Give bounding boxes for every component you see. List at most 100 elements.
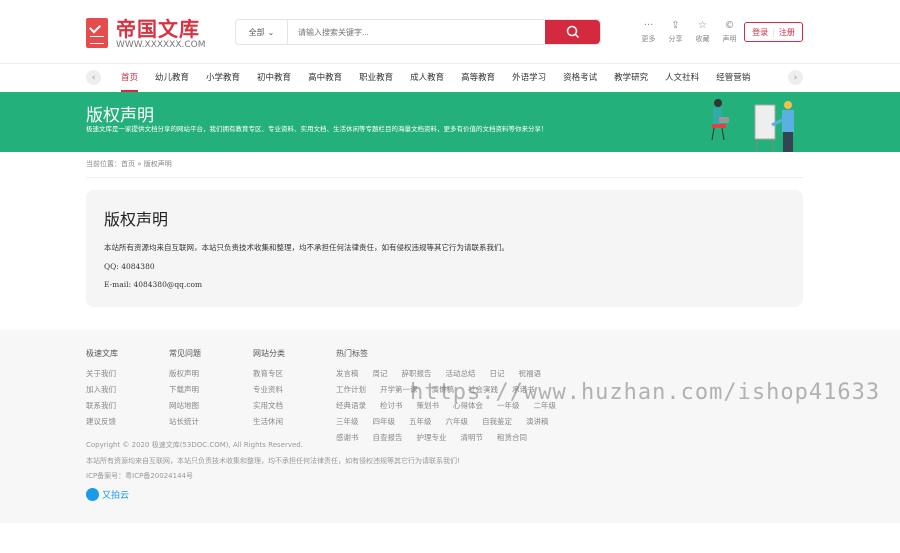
tool-label: 收藏	[695, 35, 710, 43]
category-nav: ‹ 首页 幼儿教育 小学教育 初中教育 高中教育 职业教育 成人教育 高等教育 外语学习 资格考试…	[0, 64, 900, 92]
contact-qq: QQ: 4084380	[104, 262, 155, 271]
divider: |	[772, 27, 775, 37]
nav-item[interactable]: 资格考试	[563, 64, 597, 92]
nav-item[interactable]: 经管营销	[716, 64, 750, 92]
nav-item[interactable]: 初中教育	[257, 64, 291, 92]
tool-statement[interactable]: © 声明	[721, 20, 738, 44]
breadcrumb-home-link[interactable]: 首页	[121, 160, 135, 168]
upyun-icon	[86, 488, 99, 501]
hot-tag-link[interactable]: 心得体会	[453, 400, 483, 411]
nav-next-button[interactable]: ›	[788, 70, 803, 85]
hot-tag-link[interactable]: 清明节	[461, 432, 484, 443]
search-button[interactable]	[545, 20, 600, 44]
tool-share[interactable]: ⇪ 分享	[667, 20, 684, 44]
nav-item[interactable]: 职业教育	[359, 64, 393, 92]
footer-link[interactable]: 网站地图	[169, 400, 201, 411]
footer-link[interactable]: 版权声明	[169, 368, 201, 379]
footer-link[interactable]: 关于我们	[86, 368, 118, 379]
footer-link[interactable]: 加入我们	[86, 384, 118, 395]
hot-tag-link[interactable]: 四年级	[373, 416, 396, 427]
disclaimer-text: 本站所有资源均来自互联网，本站只负责技术收集和整理，均不承担任何法律责任，如有侵…	[86, 457, 460, 465]
banner-description: 极速文库是一家提供文档分享的网站平台，我们拥有教育专区、专业资料、实用文档、生活…	[86, 125, 548, 133]
hot-tag-link[interactable]: 社会实践	[468, 384, 498, 395]
banner-illustration	[711, 99, 794, 152]
hot-tag-link[interactable]: 周记	[373, 368, 388, 379]
hot-tag-link[interactable]: 五年级	[409, 416, 432, 427]
breadcrumb-current: 版权声明	[143, 160, 172, 168]
footer-col-title: 极速文库	[86, 349, 118, 358]
nav-item[interactable]: 幼儿教育	[155, 64, 189, 92]
content-title: 版权声明	[104, 210, 169, 229]
hot-tag-link[interactable]: 辞职报告	[402, 368, 432, 379]
nav-item[interactable]: 人文社科	[665, 64, 699, 92]
hot-tag-link[interactable]: 演讲稿	[526, 416, 549, 427]
footer-col-faq: 常见问题 版权声明下载声明网站地图站长统计	[169, 348, 201, 432]
upyun-logo[interactable]: 又拍云	[86, 488, 129, 501]
hot-tag-link[interactable]: 三年级	[336, 416, 359, 427]
login-link[interactable]: 登录	[752, 27, 768, 38]
hot-tag-link[interactable]: 活动总结	[446, 368, 476, 379]
header: 帝国文库 WWW.XXXXXX.COM 全部⌄ ··· 更多 ⇪ 分享 ☆ 收藏 © 声…	[0, 0, 900, 64]
hot-tag-link[interactable]: 检讨书	[380, 400, 403, 411]
breadcrumb-label: 当前位置：	[86, 160, 121, 168]
nav-item[interactable]: 首页	[121, 64, 139, 92]
footer-col-title: 常见问题	[169, 349, 201, 358]
hot-tag-link[interactable]: 发言稿	[336, 368, 359, 379]
nav-item[interactable]: 教学研究	[614, 64, 648, 92]
footer-link[interactable]: 下载声明	[169, 384, 201, 395]
footer-link[interactable]: 建议反馈	[86, 416, 118, 427]
footer: 极速文库 关于我们加入我们联系我们建议反馈 常见问题 版权声明下载声明网站地图站…	[0, 330, 900, 523]
share-icon: ⇪	[671, 20, 680, 31]
hot-tag-link[interactable]: 演讲稿	[432, 384, 455, 395]
content-body: 本站所有资源均来自互联网，本站只负责技术收集和整理，均不承担任何法律责任，如有侵…	[104, 243, 509, 252]
hot-tag-link[interactable]: 自我鉴定	[482, 416, 512, 427]
tool-label: 分享	[668, 35, 683, 43]
tool-more[interactable]: ··· 更多	[640, 20, 657, 44]
register-link[interactable]: 注册	[779, 27, 795, 38]
nav-item[interactable]: 成人教育	[410, 64, 444, 92]
footer-col-title: 网站分类	[253, 349, 285, 358]
search-bar: 全部 ⌄	[235, 19, 601, 45]
footer-link[interactable]: 生活休闲	[253, 416, 285, 427]
hot-tag-link[interactable]: 承诺书	[512, 384, 535, 395]
hot-tag-link[interactable]: 自查报告	[373, 432, 403, 443]
search-icon	[566, 25, 579, 39]
contact-email: E-mail: 4084380@qq.com	[104, 280, 203, 289]
hot-tag-link[interactable]: 六年级	[446, 416, 469, 427]
more-icon: ···	[643, 20, 654, 31]
hot-tag-link[interactable]: 护理专业	[417, 432, 447, 443]
nav-item[interactable]: 高中教育	[308, 64, 342, 92]
hot-tag-link[interactable]: 工作计划	[336, 384, 366, 395]
breadcrumb-separator: »	[137, 160, 142, 168]
footer-link[interactable]: 教育专区	[253, 368, 285, 379]
search-category-select[interactable]: 全部 ⌄	[236, 20, 288, 44]
nav-item[interactable]: 高等教育	[461, 64, 495, 92]
hot-tag-link[interactable]: 祝福语	[519, 368, 542, 379]
logo-url: WWW.XXXXXX.COM	[116, 40, 206, 50]
hot-tag-link[interactable]: 二年级	[534, 400, 557, 411]
nav-prev-button[interactable]: ‹	[86, 70, 101, 85]
footer-link[interactable]: 实用文档	[253, 400, 285, 411]
hot-tag-link[interactable]: 经典语录	[336, 400, 366, 411]
hot-tag-link[interactable]: 感谢书	[336, 432, 359, 443]
copyright-text: Copyright © 2020 极速文库(53DOC.COM), All Ri…	[86, 441, 303, 449]
footer-link[interactable]: 联系我们	[86, 400, 118, 411]
search-input[interactable]	[288, 20, 545, 44]
tool-favorite[interactable]: ☆ 收藏	[694, 20, 711, 44]
logo-title: 帝国文库	[116, 17, 200, 41]
search-category-label: 全部	[248, 27, 265, 37]
copyright-icon: ©	[724, 20, 735, 31]
hot-tag-link[interactable]: 日记	[490, 368, 505, 379]
hot-tag-link[interactable]: 租赁合同	[497, 432, 527, 443]
hot-tag-link[interactable]: 策划书	[417, 400, 440, 411]
icp-link[interactable]: ICP备案号：粤ICP备20024144号	[86, 471, 193, 481]
footer-link[interactable]: 专业资料	[253, 384, 285, 395]
nav-item[interactable]: 小学教育	[206, 64, 240, 92]
page-banner: 版权声明 极速文库是一家提供文档分享的网站平台，我们拥有教育专区、专业资料、实用…	[0, 92, 900, 152]
tool-label: 更多	[641, 35, 656, 43]
nav-item[interactable]: 外语学习	[512, 64, 546, 92]
footer-link[interactable]: 站长统计	[169, 416, 201, 427]
logo[interactable]: 帝国文库 WWW.XXXXXX.COM	[86, 18, 206, 50]
hot-tag-link[interactable]: 一年级	[497, 400, 520, 411]
hot-tag-link[interactable]: 开学第一课	[380, 384, 418, 395]
